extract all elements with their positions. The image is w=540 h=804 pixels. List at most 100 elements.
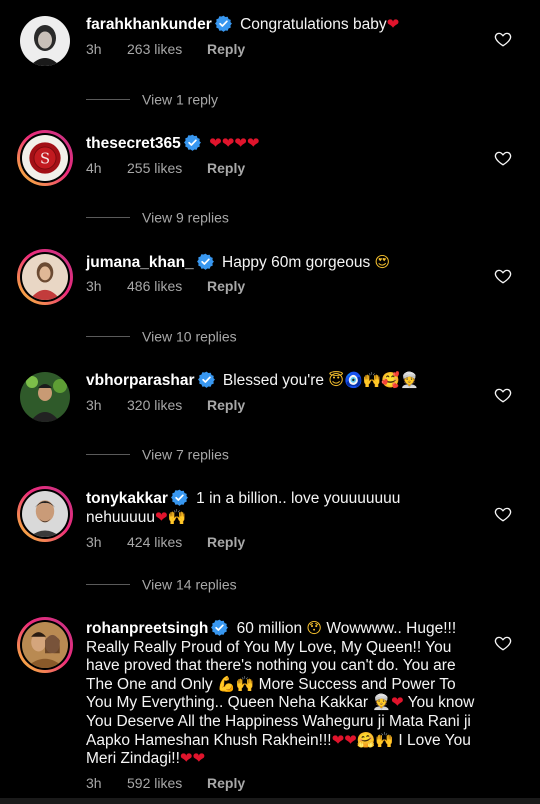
comment-text: tonykakkar 1 in a billion.. love youuuuu… xyxy=(86,489,478,527)
raised-hands-icon: 🙌 xyxy=(362,371,382,389)
verified-badge-icon xyxy=(211,619,228,636)
flexed-arm-icon: 💪 xyxy=(216,674,236,693)
avatar[interactable] xyxy=(20,16,70,66)
avatar[interactable] xyxy=(20,372,70,422)
comment-time: 3h xyxy=(86,397,102,413)
username[interactable]: jumana_khan_ xyxy=(86,254,194,271)
comment-message: 60 million xyxy=(236,620,303,637)
hearts-face-icon: 🥰 xyxy=(381,371,401,389)
bottom-edge-bar xyxy=(0,798,540,804)
view-replies-button[interactable]: View 14 replies xyxy=(86,575,237,593)
comment-likes[interactable]: 320 likes xyxy=(127,397,207,413)
comment-message: Happy 60m gorgeous xyxy=(222,254,371,271)
replies-divider xyxy=(86,453,130,455)
comment-time: 4h xyxy=(86,160,102,176)
replies-divider xyxy=(86,216,130,218)
red-heart-icon: ❤ xyxy=(386,15,400,33)
comment-meta: 3h 486 likes Reply xyxy=(86,278,245,294)
comment-time: 3h xyxy=(86,534,102,550)
comment-message-continued: nehuuuuu xyxy=(86,508,155,526)
reply-button[interactable]: Reply xyxy=(207,534,245,550)
replies-divider xyxy=(86,583,130,585)
comment-meta: 3h 263 likes Reply xyxy=(86,41,245,57)
red-heart-icon: ❤ xyxy=(246,134,260,152)
username[interactable]: vbhorparashar xyxy=(86,372,195,389)
red-heart-icon: ❤ xyxy=(154,507,168,526)
comment-time: 3h xyxy=(86,775,102,791)
comment-likes[interactable]: 255 likes xyxy=(127,160,207,176)
red-heart-icon: ❤ xyxy=(234,134,247,152)
avatar[interactable] xyxy=(17,486,73,542)
comment-time: 3h xyxy=(86,278,102,294)
like-heart-icon[interactable] xyxy=(494,267,512,285)
verified-badge-icon xyxy=(198,371,215,388)
reply-button[interactable]: Reply xyxy=(207,160,245,176)
reply-button[interactable]: Reply xyxy=(207,397,245,413)
heart-eyes-face-icon: 😍 xyxy=(374,253,391,271)
comment-meta: 4h 255 likes Reply xyxy=(86,160,245,176)
comment-text: rohanpreetsingh 60 million 😯 Wowwww.. Hu… xyxy=(86,619,478,769)
like-heart-icon[interactable] xyxy=(494,30,512,48)
comment-message: 1 in a billion.. love youuuuuuu xyxy=(196,490,401,507)
red-heart-icon: ❤ xyxy=(192,749,206,768)
view-replies-label: View 10 replies xyxy=(142,328,237,345)
verified-badge-icon xyxy=(184,134,201,151)
username[interactable]: tonykakkar xyxy=(86,490,168,507)
red-heart-icon: ❤ xyxy=(221,134,235,152)
comment-text: vbhorparashar Blessed you're 😇🧿🙌🥰👳 xyxy=(86,371,478,391)
comment-meta: 3h 320 likes Reply xyxy=(86,397,245,413)
comment-text: farahkhankunder Congratulations baby❤ xyxy=(86,15,478,35)
like-heart-icon[interactable] xyxy=(494,634,512,652)
reply-button[interactable]: Reply xyxy=(207,775,245,791)
username[interactable]: rohanpreetsingh xyxy=(86,620,208,637)
person-with-turban-icon: 👳 xyxy=(372,693,392,712)
comment-text: thesecret365 ❤❤❤❤ xyxy=(86,134,478,154)
view-replies-label: View 7 replies xyxy=(142,446,229,463)
like-heart-icon[interactable] xyxy=(494,505,512,523)
view-replies-label: View 9 replies xyxy=(142,209,229,226)
replies-divider xyxy=(86,98,130,100)
view-replies-button[interactable]: View 7 replies xyxy=(86,445,229,463)
svg-text:S: S xyxy=(40,151,50,168)
comment-meta: 3h 424 likes Reply xyxy=(86,534,245,550)
halo-face-icon: 😇 xyxy=(328,371,344,389)
view-replies-button[interactable]: View 9 replies xyxy=(86,208,229,226)
comment-likes[interactable]: 592 likes xyxy=(127,775,207,791)
view-replies-button[interactable]: View 1 reply xyxy=(86,90,218,108)
evil-eye-icon: 🧿 xyxy=(344,371,363,389)
comment-text: jumana_khan_ Happy 60m gorgeous 😍 xyxy=(86,253,478,273)
hugging-face-icon: 🤗 xyxy=(356,730,376,749)
red-heart-icon: ❤ xyxy=(179,749,193,768)
avatar[interactable] xyxy=(17,249,73,305)
username[interactable]: farahkhankunder xyxy=(86,16,212,33)
like-heart-icon[interactable] xyxy=(494,386,512,404)
raised-hands-icon: 🙌 xyxy=(375,730,395,749)
hushed-face-icon: 😯 xyxy=(306,619,323,637)
comment-message: Congratulations baby xyxy=(240,16,387,33)
red-heart-icon: ❤ xyxy=(331,730,345,749)
view-replies-label: View 1 reply xyxy=(142,91,219,108)
comment-likes[interactable]: 486 likes xyxy=(127,278,207,294)
red-heart-icon: ❤ xyxy=(391,693,404,712)
reply-button[interactable]: Reply xyxy=(207,278,245,294)
avatar[interactable] xyxy=(17,617,73,673)
verified-badge-icon xyxy=(197,253,214,270)
view-replies-button[interactable]: View 10 replies xyxy=(86,327,237,345)
raised-hands-icon: 🙌 xyxy=(235,674,255,693)
verified-badge-icon xyxy=(171,489,188,506)
comment-likes[interactable]: 424 likes xyxy=(127,534,207,550)
person-with-turban-icon: 👳 xyxy=(400,371,419,389)
red-heart-icon: ❤ xyxy=(209,134,222,152)
username[interactable]: thesecret365 xyxy=(86,135,181,152)
comment-likes[interactable]: 263 likes xyxy=(127,41,207,57)
avatar[interactable]: S xyxy=(17,130,73,186)
replies-divider xyxy=(86,335,130,337)
comment-time: 3h xyxy=(86,41,102,57)
like-heart-icon[interactable] xyxy=(494,149,512,167)
verified-badge-icon xyxy=(215,15,232,32)
raised-hands-icon: 🙌 xyxy=(167,507,187,526)
view-replies-label: View 14 replies xyxy=(142,576,237,593)
reply-button[interactable]: Reply xyxy=(207,41,245,57)
red-heart-icon: ❤ xyxy=(344,730,357,749)
comment-meta: 3h 592 likes Reply xyxy=(86,775,245,791)
